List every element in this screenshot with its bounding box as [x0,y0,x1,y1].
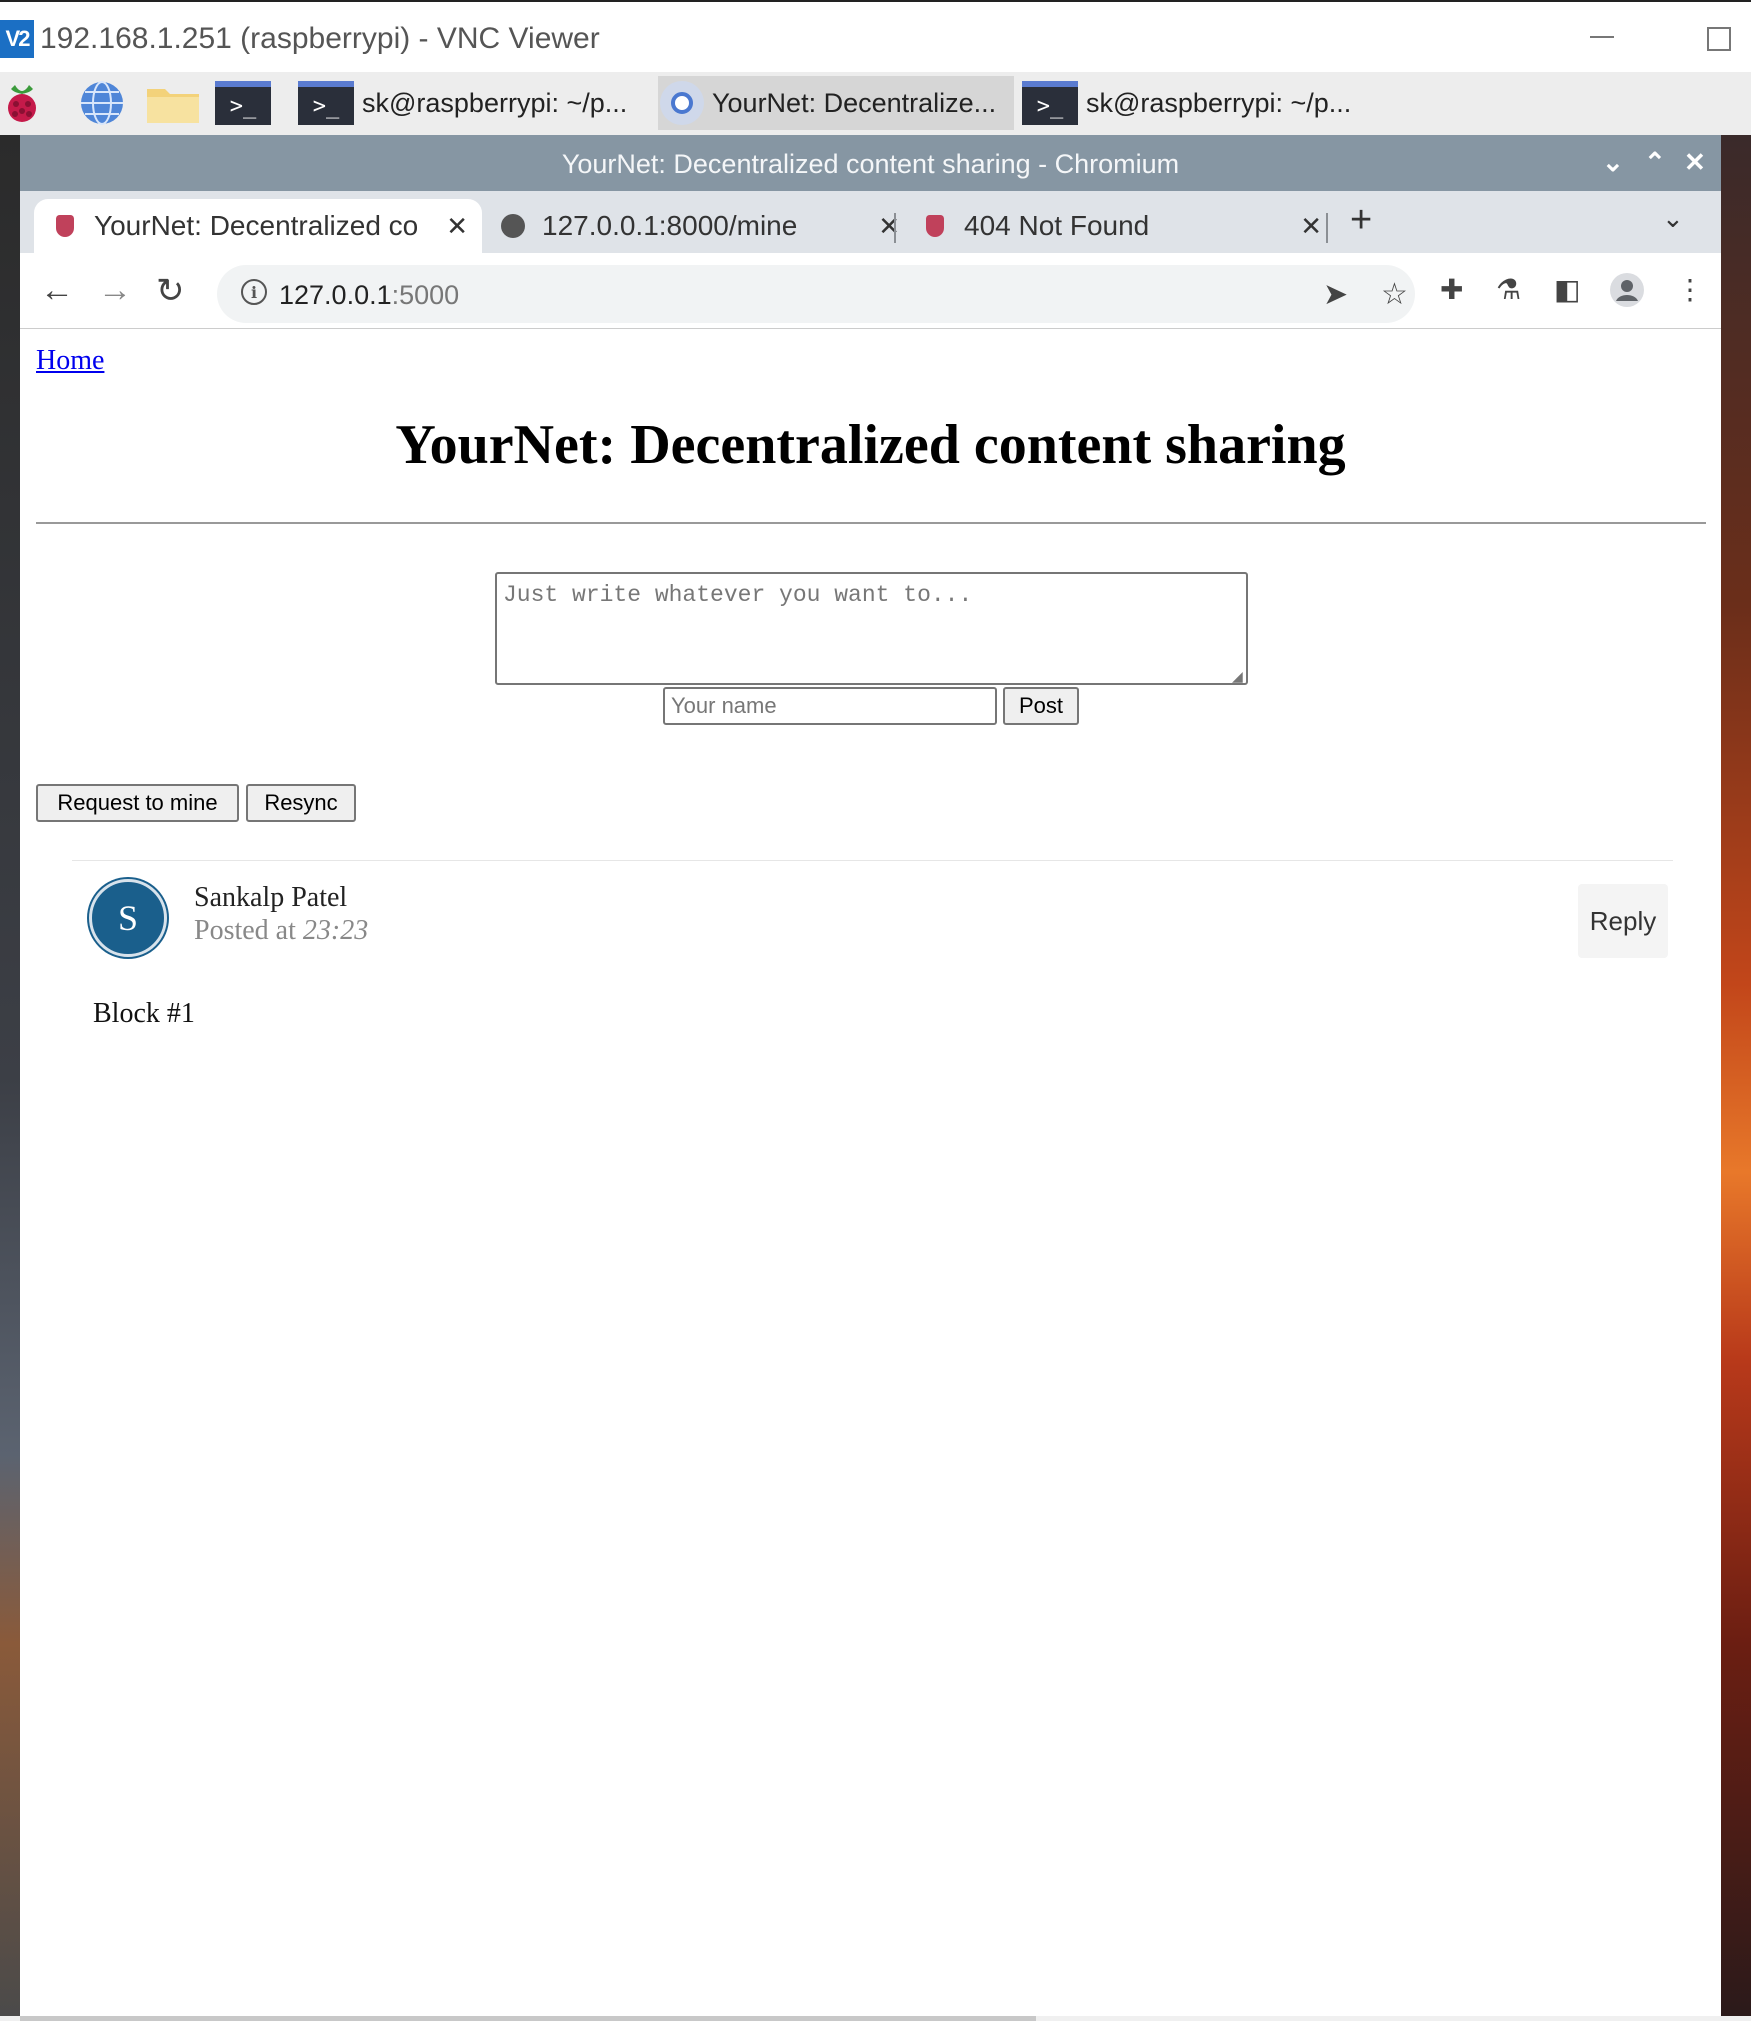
reload-icon[interactable]: ↻ [156,271,185,311]
resize-handle-icon[interactable]: ◢ [1232,669,1243,686]
vnc-titlebar: V2 192.168.1.251 (raspberrypi) - VNC Vie… [0,0,1751,72]
page-title: YourNet: Decentralized content sharing [395,414,1346,476]
post-button[interactable]: Post [1003,687,1079,725]
scrollbar-thumb[interactable] [20,2016,1036,2021]
url-text[interactable]: 127.0.0.1:5000 [279,280,459,311]
chevron-up-icon[interactable]: ⌃ [1644,147,1666,178]
tab-label: 404 Not Found [964,210,1150,241]
tab-label: YourNet: Decentralized co [94,210,419,241]
tab-close-icon[interactable]: ✕ [1300,211,1322,242]
post-timestamp: Posted at 23:23 [194,915,368,947]
address-bar[interactable]: i 127.0.0.1:5000 ➤ ☆ [217,265,1415,323]
posted-time: 23:23 [302,915,369,946]
resync-button[interactable]: Resync [246,784,356,822]
chromium-icon [660,81,704,125]
bookmark-star-icon[interactable]: ☆ [1381,277,1408,312]
post-divider [72,860,1673,861]
profile-avatar-icon[interactable] [1610,273,1644,314]
tab-separator [894,213,896,243]
window-title: YourNet: Decentralized content sharing -… [561,149,1180,179]
taskbar: >_ >_ sk@raspberrypi: ~/p... YourNet: De… [0,72,1751,135]
vnc-window-title: 192.168.1.251 (raspberrypi) - VNC Viewer [40,22,600,55]
browser-toolbar: ← → ↻ i 127.0.0.1:5000 ➤ ☆ ✚ ⚗ ◧ ⋮ [20,253,1721,329]
tab-yournet[interactable]: YourNet: Decentralized co ✕ [34,199,482,253]
new-tab-icon[interactable]: + [1350,199,1372,242]
task-label: sk@raspberrypi: ~/p... [362,87,628,118]
extensions-puzzle-icon[interactable]: ✚ [1440,273,1463,306]
terminal-icon[interactable]: >_ [212,78,274,128]
forward-arrow-icon[interactable]: → [98,271,132,310]
yournet-favicon-icon [52,213,78,239]
taskbar-task-terminal[interactable]: >_ sk@raspberrypi: ~/p... [1020,76,1370,130]
back-arrow-icon[interactable]: ← [40,271,74,310]
post-author: Sankalp Patel [194,882,348,913]
tab-mine[interactable]: 127.0.0.1:8000/mine ✕ [482,199,914,253]
request-to-mine-button[interactable]: Request to mine [36,784,239,822]
post-content: Block #1 [93,998,195,1029]
tab-close-icon[interactable]: ✕ [878,211,900,242]
raspberry-icon[interactable] [0,78,44,128]
chromium-window: YourNet: Decentralized content sharing -… [20,135,1721,2021]
tab-strip: YourNet: Decentralized co ✕ 127.0.0.1:80… [20,191,1721,253]
task-label: sk@raspberrypi: ~/p... [1086,87,1352,118]
web-page: Home YourNet: Decentralized content shar… [20,329,1721,2021]
vnc-logo-icon: V2 [0,20,34,58]
browser-menu-icon[interactable]: ⋮ [1676,273,1704,306]
tab-separator [1326,213,1328,243]
chevron-down-icon[interactable]: ⌄ [1602,147,1624,178]
avatar: S [89,879,167,957]
terminal-icon: >_ [1022,81,1078,125]
send-to-device-icon[interactable]: ➤ [1323,277,1348,312]
posted-prefix: Posted at [194,915,296,946]
site-info-icon[interactable]: i [241,279,267,305]
tab-close-icon[interactable]: ✕ [446,211,468,242]
tab-label: 127.0.0.1:8000/mine [542,210,798,241]
post-textarea[interactable] [495,572,1248,685]
yournet-favicon-icon [922,213,948,239]
tab-search-chevron-icon[interactable]: ⌄ [1662,203,1684,234]
taskbar-task-terminal[interactable]: >_ sk@raspberrypi: ~/p... [296,76,652,130]
chromium-titlebar: YourNet: Decentralized content sharing -… [20,135,1721,191]
reply-button[interactable]: Reply [1578,884,1668,958]
globe-icon[interactable] [74,78,130,128]
taskbar-task-chromium[interactable]: YourNet: Decentralize... [658,76,1014,130]
task-label: YourNet: Decentralize... [712,87,997,118]
close-window-icon[interactable]: ✕ [1684,147,1706,178]
home-link[interactable]: Home [36,345,104,377]
maximize-icon[interactable] [1707,27,1731,51]
side-panel-icon[interactable]: ◧ [1554,273,1580,306]
terminal-icon: >_ [298,81,354,125]
labs-flask-icon[interactable]: ⚗ [1496,273,1521,306]
title-divider [36,522,1706,524]
desktop-background [0,135,20,2021]
folder-icon[interactable] [142,78,204,128]
minimize-icon[interactable] [1590,36,1614,38]
name-input[interactable] [663,687,997,725]
globe-icon [500,213,526,239]
desktop-background [1721,135,1751,2021]
tab-404[interactable]: 404 Not Found ✕ [904,199,1336,253]
